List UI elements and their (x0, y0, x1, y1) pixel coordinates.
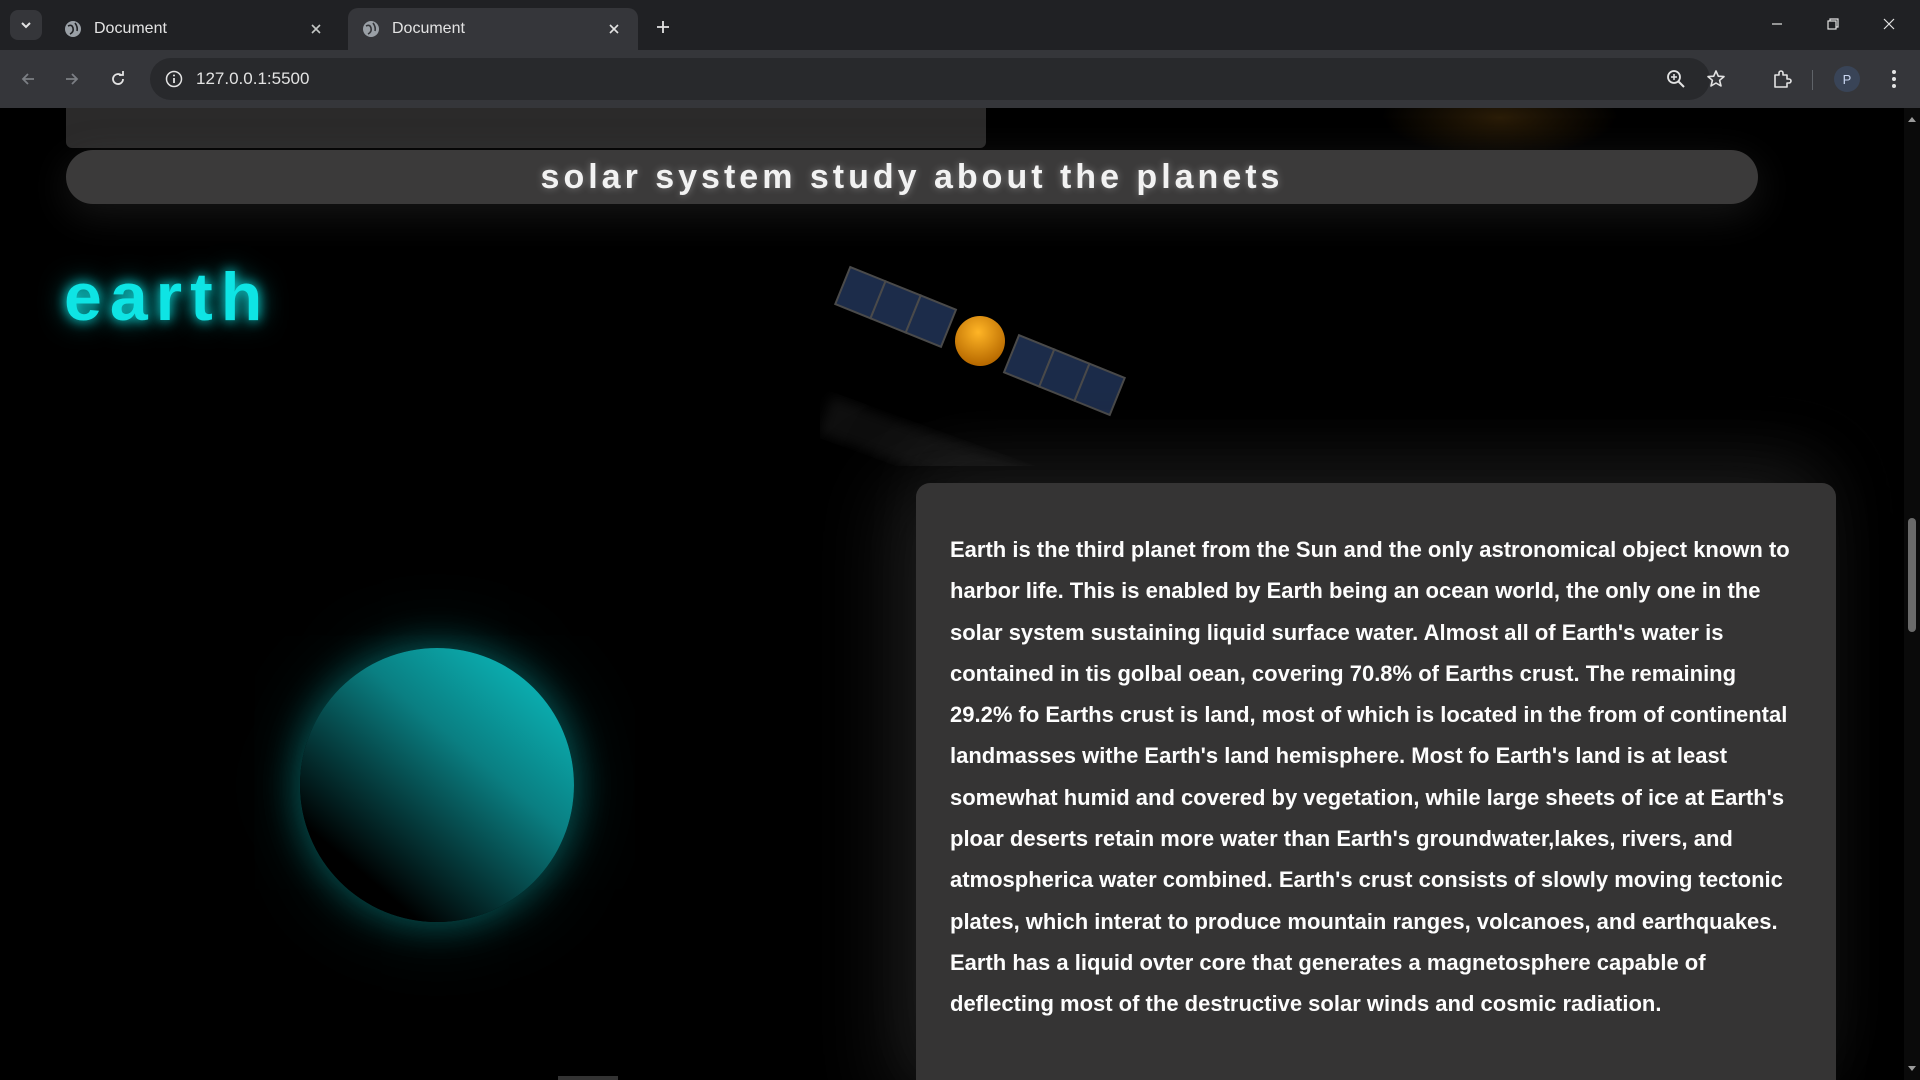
tab-document-2[interactable]: Document (348, 8, 638, 50)
toolbar-divider (1812, 70, 1813, 90)
satellite-body (955, 316, 1005, 366)
scroll-down-arrow-icon[interactable] (1907, 1064, 1917, 1074)
chevron-down-icon (21, 22, 31, 29)
profile-avatar[interactable]: P (1834, 66, 1860, 92)
close-icon (1883, 18, 1895, 30)
tab-title: Document (94, 20, 167, 37)
restore-button[interactable] (1810, 6, 1856, 42)
forward-button[interactable] (56, 63, 88, 95)
star-icon[interactable] (1704, 67, 1728, 91)
solar-panel-left (833, 265, 958, 349)
close-icon[interactable] (306, 19, 326, 39)
globe-icon (363, 21, 379, 37)
page-title: solar system study about the planets (540, 157, 1284, 196)
planet-name-heading: earth (64, 259, 271, 335)
plus-icon (657, 21, 669, 33)
restore-icon (1827, 18, 1839, 30)
tab-title: Document (392, 20, 465, 37)
scroll-up-arrow-icon[interactable] (1907, 114, 1917, 124)
horizontal-scroll-indicator (558, 1076, 618, 1080)
browser-toolbar: 127.0.0.1:5500 P (0, 50, 1920, 108)
satellite-graphic (820, 265, 1127, 466)
window-close-button[interactable] (1866, 6, 1912, 42)
tab-document-1[interactable]: Document (50, 8, 340, 50)
minimize-icon (1772, 23, 1782, 25)
planet-description: Earth is the third planet from the Sun a… (950, 537, 1790, 1017)
vertical-scrollbar[interactable] (1904, 108, 1920, 1080)
close-icon[interactable] (604, 19, 624, 39)
earth-sphere (300, 648, 574, 922)
page-header: solar system study about the planets (66, 150, 1758, 204)
kebab-menu-icon (1892, 70, 1896, 88)
info-icon[interactable] (154, 58, 194, 100)
page-viewport: solar system study about the planets ear… (0, 108, 1904, 1080)
url-text: 127.0.0.1:5500 (196, 69, 310, 88)
browser-menu-button[interactable] (1878, 63, 1910, 95)
minimize-button[interactable] (1754, 6, 1800, 42)
forward-arrow-icon (66, 73, 79, 85)
scroll-thumb[interactable] (1908, 518, 1916, 632)
new-tab-button[interactable] (648, 12, 678, 42)
tab-strip: Document Document (0, 0, 1920, 50)
reload-icon (112, 71, 124, 85)
back-arrow-icon (21, 73, 34, 85)
solar-panel-right (1002, 333, 1127, 417)
top-panel (66, 108, 986, 148)
puzzle-icon (1774, 70, 1792, 88)
globe-icon (65, 21, 81, 37)
back-button[interactable] (12, 63, 44, 95)
reload-button[interactable] (102, 63, 134, 95)
address-bar[interactable]: 127.0.0.1:5500 (150, 58, 1725, 100)
zoom-icon[interactable] (1664, 67, 1688, 91)
planet-earth-graphic (300, 648, 574, 922)
planet-info-card: Earth is the third planet from the Sun a… (916, 483, 1836, 1080)
extensions-button[interactable] (1766, 63, 1798, 95)
tab-search-button[interactable] (10, 10, 42, 40)
